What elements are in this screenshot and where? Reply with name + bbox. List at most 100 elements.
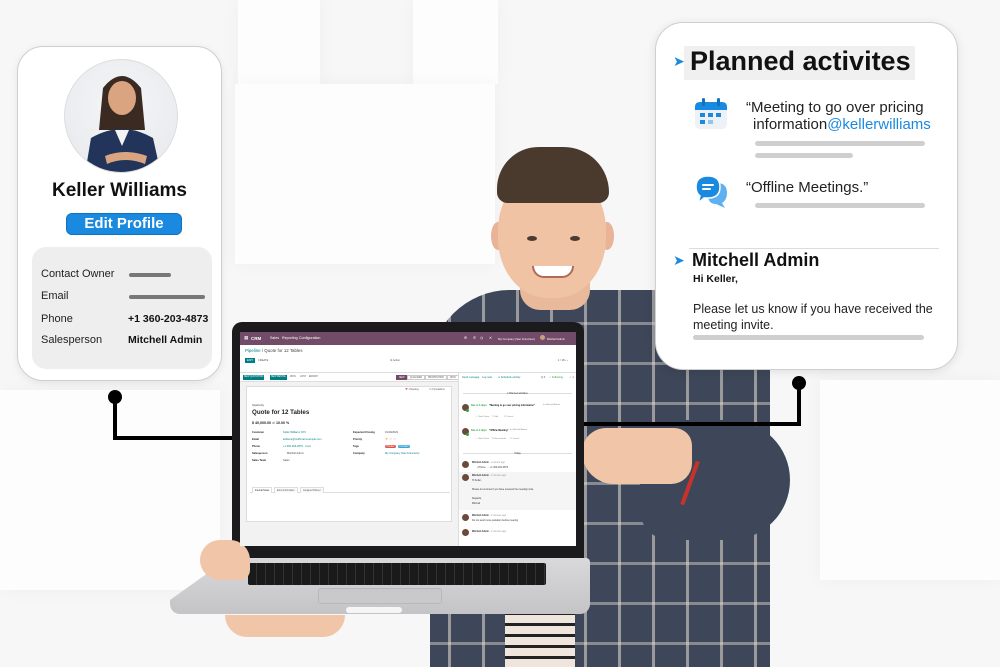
message-avatar [462, 514, 469, 521]
app-brand[interactable]: CRM [251, 336, 261, 341]
edit-profile-button[interactable]: Edit Profile [66, 213, 182, 235]
message-body: Hi Keller, [472, 479, 482, 482]
mention-link[interactable]: @kellerwilliams [827, 116, 931, 133]
form-sheet: 📅 1 Meeting ✎ 0 Quotations Opportunity Q… [246, 386, 452, 522]
nav-menu-reporting[interactable]: Reporting [282, 336, 298, 340]
action-menu[interactable]: ⚙ Action [390, 359, 400, 362]
cancel-activity-button[interactable]: ✕ Cancel [510, 437, 519, 440]
salesperson-label: Salesperson [252, 452, 268, 455]
new-quotation-button[interactable]: NEW QUOTATION [243, 375, 265, 380]
planned-activities-title: Planned activites [690, 46, 911, 76]
profile-card: Keller Williams Edit Profile Contact Own… [17, 46, 222, 381]
message-time: - 2 minutes ago [489, 474, 507, 477]
enrich-button[interactable]: ENRICH [309, 376, 318, 378]
divider [689, 248, 939, 249]
calendar-icon [694, 97, 728, 136]
message-avatar [462, 529, 469, 536]
priority-star-filled[interactable]: ★ [385, 437, 388, 441]
won-button[interactable]: WON [290, 376, 296, 378]
reschedule-button[interactable]: ↻ Reschedule [492, 437, 506, 440]
notebook-tabs: Internal Notes Extra Information Assigne… [250, 487, 450, 493]
log-note-button[interactable]: Log note [482, 376, 492, 379]
message-greeting: Hi Keller, [693, 273, 738, 285]
followers-button[interactable]: ☺ 1 [569, 376, 574, 379]
company-label: Company [353, 452, 365, 455]
priority-star-empty[interactable]: ☆ [393, 437, 396, 441]
stage-qualified[interactable]: QUALIFIED [407, 375, 426, 380]
background-tile [235, 84, 495, 264]
new-rental-button[interactable]: NEW RENTAL [270, 375, 287, 380]
activity-assignee: for Mitchell Admin [543, 404, 561, 406]
message-author: Mitchell Admin [692, 250, 820, 270]
salesperson-row: Salesperson Mitchell Admin [41, 334, 204, 352]
activity-icon[interactable]: ◷ [480, 336, 483, 340]
stage-won[interactable]: WON [447, 375, 459, 380]
message-body: Please let us know if you have received … [472, 488, 534, 491]
lost-button[interactable]: LOST [300, 376, 306, 378]
tab-assigned-partner[interactable]: Assigned Partner [300, 487, 324, 493]
debug-icon[interactable]: ✕ [489, 336, 492, 340]
pager-next-icon[interactable]: › [567, 358, 568, 362]
pager-value: 1 / 18 [557, 358, 565, 362]
placeholder-bar [693, 335, 924, 340]
stage-proposition[interactable]: PROPOSITION [425, 375, 447, 380]
apps-menu-icon[interactable]: ▦ [244, 335, 248, 341]
tag-furniture[interactable]: Furniture [398, 445, 411, 448]
sales-team-value[interactable]: Sales [283, 459, 290, 462]
company-switcher[interactable]: My Company (San Francisco) [498, 337, 535, 341]
activity-1-text: “Meeting to go over pricing [746, 99, 924, 116]
message-author: Mitchell Admin - 2 minutes ago [472, 514, 506, 517]
edit-activity-button[interactable]: ✎ Edit [492, 415, 498, 418]
expected-closing-label: Expected Closing [353, 431, 375, 434]
attachments-button[interactable]: ⎘ 0 [541, 376, 545, 379]
customer-value[interactable]: Keller Williams NYC [283, 431, 306, 434]
create-button[interactable]: CREATE [258, 359, 268, 362]
activity-due: Due in 3 days: [471, 404, 488, 407]
phone-icon[interactable]: ✆ [473, 336, 476, 340]
stage-new[interactable]: NEW [396, 375, 408, 380]
mark-done-button[interactable]: ✓ Mark Done [476, 437, 489, 440]
message-author: Mitchell Admin - 2 minutes ago [472, 474, 506, 477]
connector-line-left [113, 396, 117, 440]
salesperson-value[interactable]: Mitchell Admin [287, 452, 304, 455]
phone-row: Phone +1 360-203-4873 [41, 313, 208, 331]
background-tile [238, 0, 320, 84]
activity-title: “Meeting to go over pricing information” [489, 404, 535, 407]
expected-revenue[interactable]: $ 40,000.00 at 10.00 % [252, 421, 289, 425]
company-value[interactable]: My Company (San Francisco) [385, 452, 419, 455]
chat-icon[interactable]: ✉ [464, 336, 467, 340]
mark-done-button[interactable]: ✓ Mark Done [476, 415, 489, 418]
placeholder-bar [755, 203, 925, 208]
person-eye [527, 236, 537, 241]
cancel-activity-button[interactable]: ✕ Cancel [504, 415, 513, 418]
opportunity-title[interactable]: Quote for 12 Tables [252, 409, 309, 416]
message-author: Mitchell Admin - a minute ago [472, 461, 505, 464]
nav-menu-configuration[interactable]: Configuration [299, 336, 320, 340]
following-button[interactable]: ✓ Following [549, 376, 563, 379]
tab-internal-notes[interactable]: Internal Notes [252, 487, 273, 493]
breadcrumb-pipeline[interactable]: Pipeline [245, 348, 261, 353]
tab-extra-information[interactable]: Extra Information [274, 487, 298, 493]
nav-menu-sales[interactable]: Sales [270, 336, 279, 340]
laptop-screen: ▦ CRM Sales Reporting Configuration ✉ ✆ … [240, 332, 576, 546]
person-photo-icon [85, 76, 161, 172]
send-message-button[interactable]: Send message [462, 376, 479, 379]
hand-under-laptop [225, 615, 345, 637]
quotations-smart-button[interactable]: ✎ 0 Quotations [429, 388, 445, 391]
person-smile [532, 266, 574, 278]
phone-value: +1 360-203-4873 [128, 313, 209, 325]
activity-title: “Offline Meeting” [489, 429, 509, 432]
priority-star-empty[interactable]: ☆ [389, 437, 392, 441]
planned-activities-toggle[interactable]: ▾ Planned activities [459, 392, 576, 395]
email-value[interactable]: kellwms@notfhmail.example.com [283, 438, 322, 441]
schedule-activity-button[interactable]: ⊙ Schedule activity [498, 376, 520, 379]
phone-value[interactable]: +1 360-203-4873 · Cnet [283, 445, 311, 448]
hand-left [200, 540, 250, 580]
tag-product[interactable]: Product [385, 445, 396, 448]
user-avatar[interactable] [540, 335, 545, 340]
meeting-smart-button[interactable]: 📅 1 Meeting [405, 388, 419, 391]
expected-closing-value[interactable]: 01/19/2023 [385, 431, 398, 434]
message-body: Regards, [472, 497, 482, 500]
edit-button[interactable]: EDIT [245, 358, 255, 363]
user-menu[interactable]: Mitchell Admin [547, 337, 565, 341]
